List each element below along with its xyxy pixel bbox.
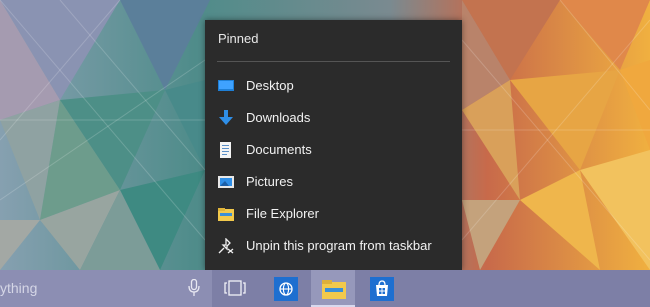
jump-list-item-file-explorer[interactable]: File Explorer	[205, 200, 462, 228]
jump-list-divider	[217, 61, 450, 62]
jump-list-item-label: Documents	[246, 142, 312, 157]
taskbar-search-box[interactable]: ything	[0, 270, 212, 307]
unpin-icon	[218, 237, 234, 254]
documents-icon	[218, 142, 234, 158]
jump-list-item-unpin[interactable]: Unpin this program from taskbar	[205, 232, 462, 260]
downloads-icon	[218, 110, 234, 126]
jump-list-item-label: File Explorer	[246, 206, 319, 221]
edge-icon	[274, 277, 298, 306]
jump-list-item-downloads[interactable]: Downloads	[205, 104, 462, 132]
jump-list-item-label: Desktop	[246, 78, 294, 93]
desktop-icon	[218, 78, 234, 94]
jump-list-item-label: Unpin this program from taskbar	[246, 238, 432, 253]
jump-list-item-documents[interactable]: Documents	[205, 136, 462, 164]
taskbar-store-button[interactable]	[360, 270, 404, 307]
store-icon	[370, 277, 394, 306]
jump-list-item-pictures[interactable]: Pictures	[205, 168, 462, 196]
file-explorer-icon	[218, 206, 234, 222]
taskbar-file-explorer-button[interactable]	[311, 270, 355, 307]
task-view-button[interactable]	[214, 270, 258, 307]
jump-list-header: Pinned	[218, 31, 259, 46]
search-placeholder: ything	[0, 280, 38, 296]
file-explorer-icon	[322, 278, 346, 305]
taskbar: ything	[0, 270, 650, 307]
jump-list-item-label: Pictures	[246, 174, 293, 189]
taskbar-edge-button[interactable]	[265, 270, 309, 307]
jump-list-item-desktop[interactable]: Desktop	[205, 72, 462, 100]
pictures-icon	[218, 174, 234, 190]
jump-list-menu: Pinned Desktop Downloads Documents Pictu…	[205, 20, 462, 270]
jump-list-item-label: Downloads	[246, 110, 311, 125]
microphone-icon[interactable]	[188, 278, 200, 302]
task-view-icon	[224, 280, 246, 301]
